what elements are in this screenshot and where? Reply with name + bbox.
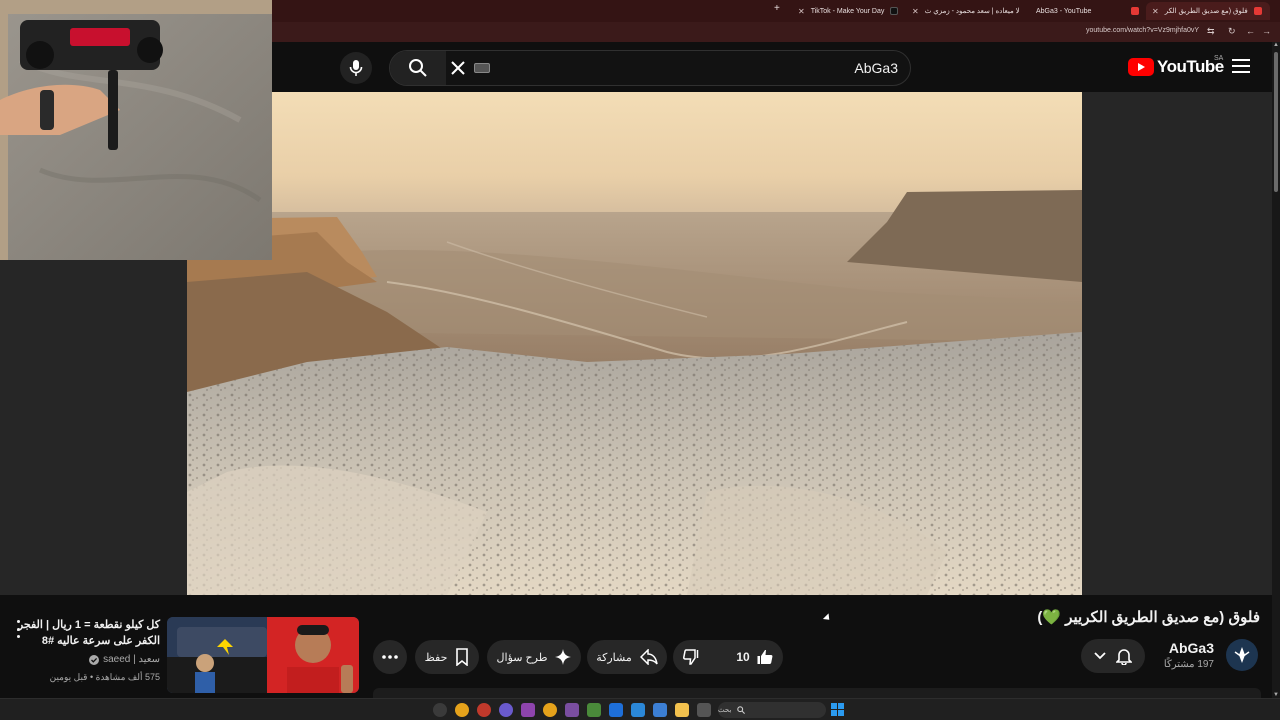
thumbnail-image [167,617,359,693]
taskbar-search-box[interactable]: بحث [718,702,826,718]
tab-label: لا ميعاده | سعد محمود - زمزي ث [924,8,1020,15]
scroll-up-icon[interactable]: ▲ [1273,42,1279,48]
bell-icon [1116,649,1132,665]
clear-search-button[interactable] [448,58,468,78]
app-icon[interactable] [587,703,601,717]
store-icon[interactable] [653,703,667,717]
taskbar-search-app-icon[interactable] [433,703,447,717]
channel-logo-icon [1234,647,1250,663]
player-side-panel-left [0,260,187,595]
webcam-overlay [0,0,272,260]
close-icon[interactable]: ✕ [798,7,805,16]
mouse-cursor-icon [822,613,833,623]
windows-taskbar: بحث [0,698,1280,720]
new-tab-button[interactable]: + [774,3,780,14]
more-vertical-icon[interactable] [12,620,24,638]
more-horizontal-icon [382,655,398,659]
like-count: 10 [736,650,750,664]
app-icon[interactable] [521,703,535,717]
save-button[interactable]: حفظ [415,640,479,674]
subscriber-count: 197 مشتركًا [1163,659,1214,670]
keyboard-icon[interactable] [474,63,490,73]
browser-tab-active[interactable]: ✕ فلوق (مع صديق الطريق الكر [1146,2,1270,20]
search-box[interactable]: AbGa3 [389,50,911,86]
close-icon [451,61,465,75]
browser-tab-song[interactable]: ✕ لا ميعاده | سعد محمود - زمزي ث [906,2,1026,20]
url-field[interactable]: youtube.com/watch?v=Vz9mjhfa0vY [1086,27,1199,34]
video-frame-desert-cliff [187,92,1082,595]
screen: + ✕ TikTok - Make Your Day ✕ لا ميعاده |… [0,0,1280,720]
save-label: حفظ [424,651,448,664]
app-icon[interactable] [565,703,579,717]
youtube-icon [1253,7,1262,15]
tab-label: فلوق (مع صديق الطريق الكر [1164,8,1248,15]
hamburger-menu-icon[interactable] [1232,59,1250,73]
browser-tab-tiktok[interactable]: ✕ TikTok - Make Your Day [792,2,900,20]
browser-tab-abga3[interactable]: AbGa3 - YouTube [1030,2,1142,20]
search-input[interactable]: AbGa3 [854,60,898,76]
youtube-logo[interactable]: YouTube [1128,57,1224,77]
recommended-video-thumbnail[interactable] [167,617,359,693]
scroll-thumb[interactable] [1274,52,1278,192]
channel-avatar[interactable] [1226,639,1258,671]
thumbs-down-icon [683,649,699,665]
youtube-icon [1131,7,1140,15]
mail-icon[interactable] [609,703,623,717]
close-icon[interactable]: ✕ [1152,7,1159,16]
chrome-icon[interactable] [455,703,469,717]
tab-label: TikTok - Make Your Day [810,7,885,15]
microphone-icon [349,60,363,76]
video-player[interactable] [187,92,1082,595]
recommended-video-meta: 575 ألف مشاهدة • قبل يومين [49,672,160,682]
ask-label: طرح سؤال [496,651,548,664]
notification-settings-button[interactable] [1081,639,1145,673]
page-scrollbar[interactable]: ▲ ▼ [1272,42,1280,698]
like-button[interactable]: 10 [726,640,783,674]
tiktok-icon [890,7,899,15]
search-icon [409,59,427,77]
back-icon[interactable]: ← [1246,26,1255,36]
app-icon[interactable] [499,703,513,717]
channel-name[interactable]: AbGa3 [1169,640,1214,656]
voice-search-button[interactable] [340,52,372,84]
recommended-channel-name: سعيد | saeed [103,654,160,665]
chrome-icon[interactable] [543,703,557,717]
outlook-icon[interactable] [631,703,645,717]
comments-section-edge [373,688,1261,698]
thumbs-up-icon [757,650,773,664]
dislike-button[interactable] [672,640,710,674]
file-explorer-icon[interactable] [675,703,689,717]
share-label: مشاركة [596,651,632,664]
bookmark-icon [456,648,469,666]
share-icon [639,649,658,665]
player-side-panel-right [1082,92,1272,595]
video-title: فلوق (مع صديق الطريق الكريير 💚) [1037,609,1260,626]
close-icon[interactable]: ✕ [912,7,919,16]
webcam-feed-image [0,0,272,260]
tab-label: AbGa3 - YouTube [1036,7,1092,15]
ask-question-button[interactable]: طرح سؤال [487,640,581,674]
taskbar-search-placeholder: بحث [718,707,732,714]
forward-icon[interactable]: → [1262,26,1271,36]
chevron-down-icon [1094,652,1106,660]
youtube-play-icon [1128,58,1154,76]
app-icon[interactable] [477,703,491,717]
more-actions-button[interactable] [373,640,407,674]
share-button[interactable]: مشاركة [587,640,667,674]
verified-icon [89,654,100,665]
recommended-video-title[interactable]: كل كيلو نقطعة = 1 ريال | الفجر الكفر على… [10,617,160,649]
reload-icon[interactable]: ↻ [1228,26,1236,37]
region-code: SA [1214,55,1224,62]
sparkle-icon [555,649,572,665]
app-icon[interactable] [697,703,711,717]
search-icon [737,706,746,714]
recommended-channel[interactable]: سعيد | saeed [89,654,160,665]
translate-icon[interactable]: ⇆ [1207,26,1215,37]
windows-start-icon[interactable] [831,703,844,716]
like-dislike-group: 10 [673,640,783,674]
search-button[interactable] [390,51,446,85]
